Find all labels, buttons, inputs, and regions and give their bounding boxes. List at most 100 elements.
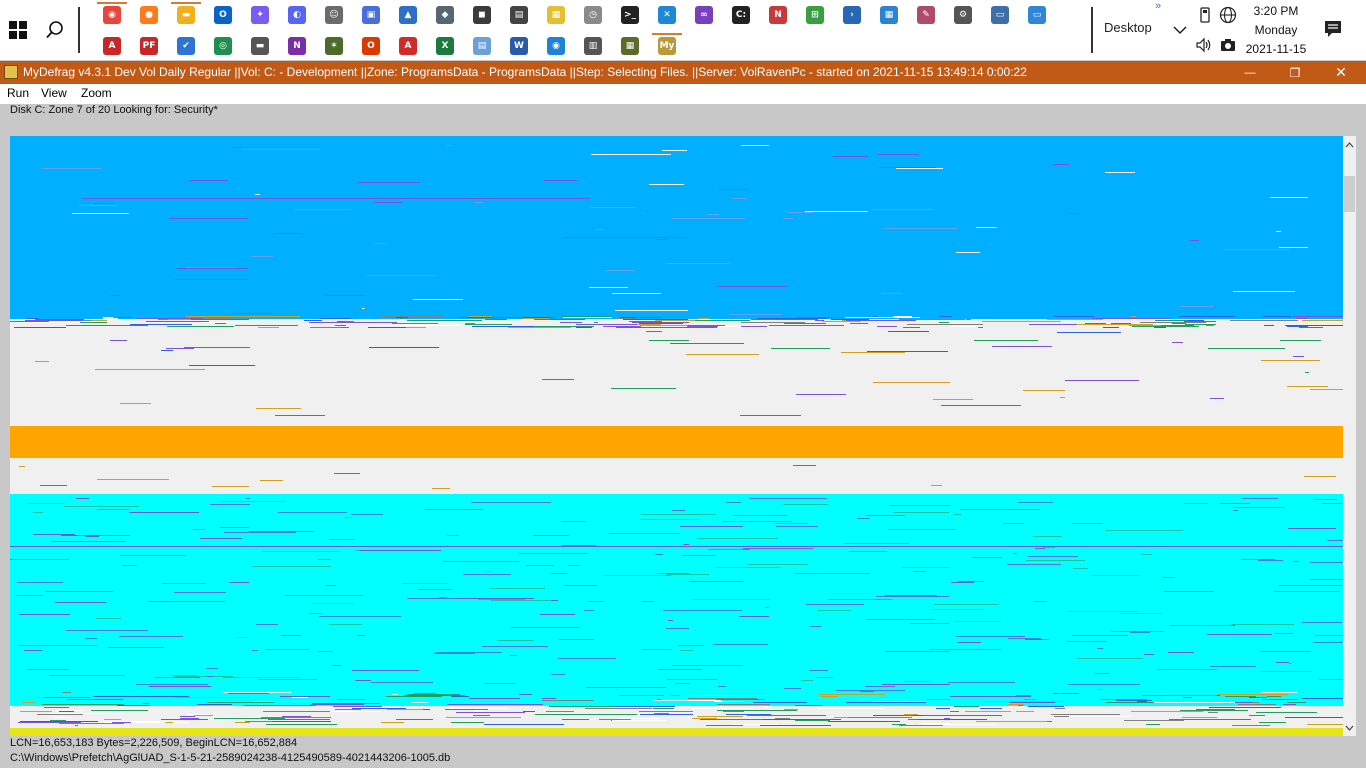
- fragment-line: [1307, 724, 1343, 725]
- scroll-down-button[interactable]: [1343, 719, 1356, 736]
- vscode-icon[interactable]: ✕: [658, 6, 676, 24]
- fragment-line: [590, 207, 636, 208]
- fragment-line: [325, 295, 365, 296]
- menu-zoom[interactable]: Zoom: [81, 86, 112, 100]
- messenger-icon[interactable]: ✦: [251, 6, 269, 24]
- fragment-line: [447, 704, 519, 705]
- windows-icon[interactable]: ⊞: [806, 6, 824, 24]
- fragment-line: [1210, 666, 1256, 667]
- scanner-icon[interactable]: ▬: [251, 37, 269, 55]
- camera-tray-icon[interactable]: [1219, 36, 1237, 54]
- onenote-icon[interactable]: N: [288, 37, 306, 55]
- notepad-icon[interactable]: ▤: [473, 37, 491, 55]
- film-icon[interactable]: ▥: [584, 37, 602, 55]
- fragment-line: [1190, 240, 1199, 241]
- visual-studio-icon[interactable]: ∞: [695, 6, 713, 24]
- chevron-down-icon[interactable]: [1172, 22, 1188, 38]
- fragment-line: [542, 379, 574, 380]
- git-icon[interactable]: N: [769, 6, 787, 24]
- printer-icon[interactable]: ▤: [510, 6, 528, 24]
- fragment-line: [888, 331, 929, 332]
- grid-app-icon[interactable]: ▦: [880, 6, 898, 24]
- fragment-line: [1233, 510, 1238, 511]
- chrome-icon[interactable]: ◉: [97, 2, 127, 24]
- discord-icon[interactable]: ◐: [288, 6, 306, 24]
- action-center-icon[interactable]: [1322, 18, 1344, 40]
- notes-icon[interactable]: ▦: [547, 6, 565, 24]
- fragment-line: [244, 705, 316, 706]
- minimize-button[interactable]: —: [1227, 61, 1273, 84]
- excel-icon[interactable]: X: [436, 37, 454, 55]
- office-icon[interactable]: O: [362, 37, 380, 55]
- fragment-line: [714, 701, 743, 702]
- acrobat-icon[interactable]: A: [103, 37, 121, 55]
- fragment-line: [1322, 503, 1343, 504]
- fragment-line: [1208, 712, 1218, 713]
- terminal-icon[interactable]: >_: [621, 6, 639, 24]
- tool-icon[interactable]: ◆: [436, 6, 454, 24]
- browser-icon[interactable]: ◉: [547, 37, 565, 55]
- file-explorer-icon[interactable]: ▬: [171, 2, 201, 24]
- remote-desktop-icon[interactable]: ▭: [1028, 6, 1046, 24]
- gimp-icon[interactable]: ☺: [325, 6, 343, 24]
- fragment-line: [775, 523, 808, 524]
- fragment-line: [563, 317, 612, 318]
- palm-icon[interactable]: ✶: [325, 37, 343, 55]
- vertical-scrollbar[interactable]: [1343, 136, 1356, 736]
- camera-icon[interactable]: ◼: [473, 6, 491, 24]
- fragment-line: [904, 714, 918, 715]
- fragment-line: [741, 322, 805, 323]
- disk-cluster-map[interactable]: [10, 136, 1343, 736]
- cluster-map-canvas: [10, 136, 1343, 736]
- taskbar-clock[interactable]: 3:20 PM Monday 2021-11-15: [1240, 2, 1312, 59]
- gear-icon[interactable]: ⚙: [954, 6, 972, 24]
- close-button[interactable]: ✕: [1318, 61, 1364, 84]
- clock-app-icon[interactable]: ◷: [584, 6, 602, 24]
- sheet-icon[interactable]: ▦: [621, 37, 639, 55]
- pdf-icon[interactable]: PF: [140, 37, 158, 55]
- fragment-line: [551, 573, 567, 574]
- fragment-line: [954, 706, 979, 707]
- menu-view[interactable]: View: [41, 86, 67, 100]
- volume-icon[interactable]: [1195, 36, 1213, 54]
- start-button[interactable]: [0, 14, 36, 46]
- fragment-line: [332, 665, 342, 666]
- cmd-icon[interactable]: C:: [732, 6, 750, 24]
- fragment-line: [1264, 325, 1274, 326]
- adobe-reader-icon[interactable]: A: [399, 37, 417, 55]
- fragment-line: [666, 574, 709, 575]
- fragment-line: [120, 403, 151, 404]
- fragment-line: [1267, 696, 1281, 697]
- mydefrag-icon[interactable]: My: [652, 33, 682, 55]
- fragment-line: [1270, 197, 1308, 198]
- network-globe-icon[interactable]: [1219, 6, 1237, 24]
- settings-app-icon[interactable]: ✎: [917, 6, 935, 24]
- toolbar-overflow-button[interactable]: »: [1155, 0, 1161, 12]
- fragment-line: [1315, 635, 1343, 636]
- outlook-icon[interactable]: O: [214, 6, 232, 24]
- fragment-line: [1279, 247, 1308, 248]
- monitor-icon[interactable]: ▭: [991, 6, 1009, 24]
- scroll-thumb[interactable]: [1344, 176, 1355, 212]
- firefox-icon[interactable]: ●: [140, 6, 158, 24]
- desktop-toolbar-label[interactable]: Desktop: [1104, 20, 1152, 35]
- window-title-bar[interactable]: MyDefrag v4.3.1 Dev Vol Daily Regular ||…: [0, 61, 1366, 84]
- powershell-icon[interactable]: ›: [843, 6, 861, 24]
- search-button[interactable]: [38, 14, 72, 46]
- usb-device-icon[interactable]: [1196, 6, 1214, 24]
- todo-icon[interactable]: ✔: [177, 37, 195, 55]
- fragment-line: [1106, 323, 1111, 324]
- fragment-line: [1283, 704, 1296, 705]
- green-app-icon[interactable]: ◎: [214, 37, 232, 55]
- fragment-line: [806, 604, 864, 605]
- fragment-line: [44, 697, 90, 698]
- scroll-up-button[interactable]: [1343, 136, 1356, 153]
- word-icon[interactable]: W: [510, 37, 528, 55]
- fragment-line: [1053, 164, 1069, 165]
- menu-run[interactable]: Run: [7, 86, 29, 100]
- fragment-line: [203, 322, 248, 323]
- fragment-line: [93, 696, 162, 697]
- paint-icon[interactable]: ▣: [362, 6, 380, 24]
- photos-icon[interactable]: ▲: [399, 6, 417, 24]
- restore-button[interactable]: ❐: [1272, 61, 1318, 84]
